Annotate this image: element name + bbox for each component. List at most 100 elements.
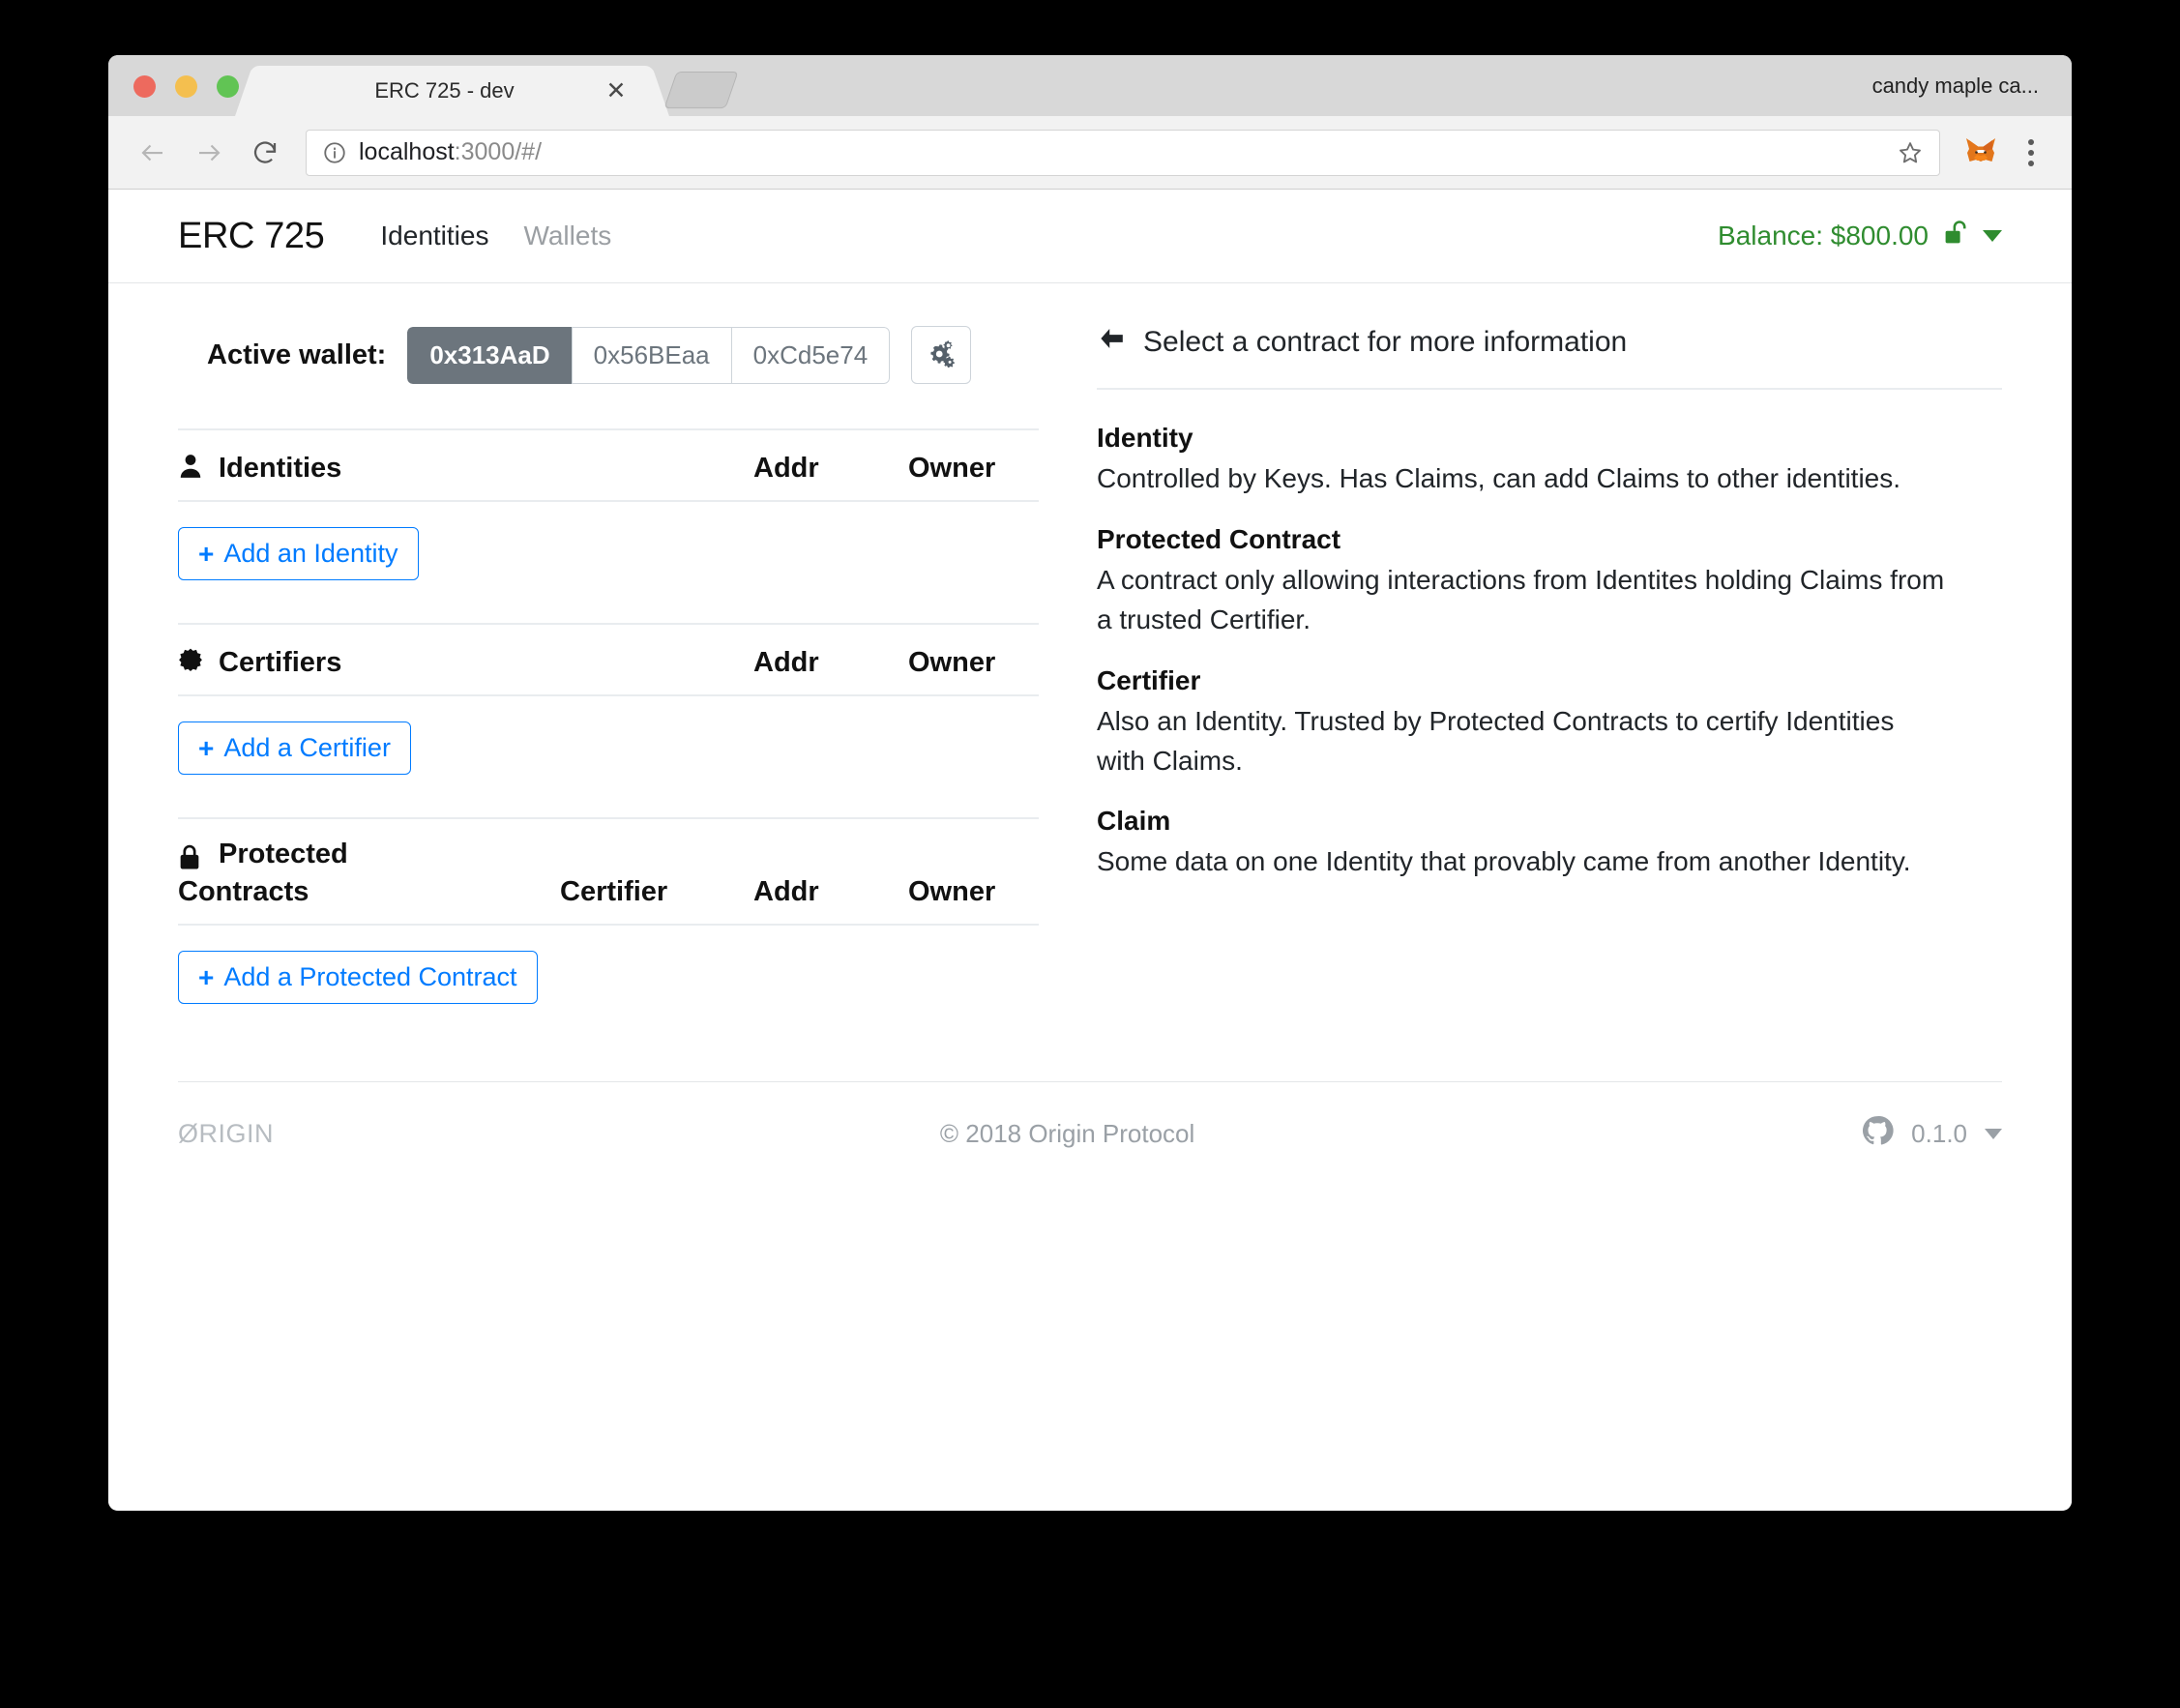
- info-icon[interactable]: [322, 140, 347, 165]
- minimize-window-button[interactable]: [175, 75, 197, 98]
- section-header-certifiers: Certifiers Addr Owner: [178, 625, 1039, 694]
- column-header-certifier: Certifier: [560, 876, 668, 907]
- three-dot-menu-icon[interactable]: [2014, 138, 2048, 166]
- column-header-owner: Owner: [908, 647, 996, 678]
- balance-indicator[interactable]: Balance: $800.00: [1718, 219, 2002, 254]
- section-title-line2: Contracts: [178, 876, 309, 907]
- browser-toolbar: localhost:3000/#/: [108, 116, 2072, 190]
- wallet-option-1[interactable]: 0x56BEaa: [571, 326, 731, 384]
- url-text: localhost:3000/#/: [359, 138, 543, 165]
- column-header-addr: Addr: [753, 453, 819, 484]
- close-window-button[interactable]: [133, 75, 156, 98]
- plus-icon: +: [198, 538, 215, 569]
- new-tab-button[interactable]: [663, 72, 739, 108]
- add-protected-contract-label: Add a Protected Contract: [223, 962, 517, 991]
- section-body-protected-contracts: + Add a Protected Contract: [178, 926, 1039, 1037]
- maximize-window-button[interactable]: [217, 75, 239, 98]
- browser-tab-strip: ERC 725 - dev ✕ candy maple ca...: [108, 55, 2072, 116]
- section-title-line1: Protected: [219, 839, 348, 869]
- section-title: Identities: [219, 453, 342, 484]
- section-identities: Identities Addr Owner + Add an Identity: [178, 428, 1039, 613]
- section-header-identities: Identities Addr Owner: [178, 430, 1039, 500]
- star-icon[interactable]: [1897, 139, 1924, 166]
- active-wallet-label: Active wallet:: [207, 339, 387, 370]
- address-bar[interactable]: localhost:3000/#/: [306, 129, 1940, 176]
- definition-list: Identity Controlled by Keys. Has Claims,…: [1097, 423, 2002, 882]
- app-brand[interactable]: ERC 725: [178, 216, 325, 257]
- detail-panel-title: Select a contract for more information: [1143, 326, 1628, 358]
- add-identity-button[interactable]: + Add an Identity: [178, 527, 419, 580]
- section-certifiers: Certifiers Addr Owner + Add a Certifier: [178, 623, 1039, 808]
- back-arrow-icon[interactable]: [1097, 326, 1126, 359]
- definition-item: Protected Contract A contract only allow…: [1097, 524, 2002, 640]
- chevron-down-icon[interactable]: [1983, 230, 2002, 242]
- section-body-certifiers: + Add a Certifier: [178, 696, 1039, 808]
- main-nav: Identities Wallets: [380, 221, 611, 251]
- browser-profile-name[interactable]: candy maple ca...: [1872, 55, 2039, 116]
- add-certifier-button[interactable]: + Add a Certifier: [178, 721, 411, 775]
- footer-version-group[interactable]: 0.1.0: [1861, 1114, 2002, 1154]
- person-icon: [178, 453, 211, 480]
- tab-title: ERC 725 - dev: [374, 78, 515, 103]
- unlock-icon: [1942, 219, 1969, 254]
- definition-term: Certifier: [1097, 664, 1201, 695]
- definition-item: Certifier Also an Identity. Trusted by P…: [1097, 665, 2002, 781]
- nav-link-identities[interactable]: Identities: [380, 221, 488, 251]
- origin-logo: ØRIGIN: [178, 1119, 275, 1148]
- wallet-settings-button[interactable]: [911, 326, 972, 384]
- web-page-content: ERC 725 Identities Wallets Balance: $800…: [108, 190, 2072, 1510]
- definition-description: A contract only allowing interactions fr…: [1097, 564, 1945, 634]
- column-headers: Certifier Addr Owner: [560, 876, 1039, 908]
- forward-arrow-icon[interactable]: [188, 132, 230, 174]
- definition-description: Also an Identity. Trusted by Protected C…: [1097, 705, 1895, 776]
- app-footer: ØRIGIN © 2018 Origin Protocol 0.1.0: [178, 1081, 2002, 1186]
- app-body: Active wallet: 0x313AaD 0x56BEaa 0xCd5e7…: [108, 283, 2072, 1046]
- nav-link-wallets[interactable]: Wallets: [523, 221, 611, 251]
- section-protected-contracts: Protected Contracts Certifier Addr Owner: [178, 817, 1039, 1037]
- plus-icon: +: [198, 961, 215, 992]
- chevron-down-icon[interactable]: [1985, 1129, 2002, 1139]
- active-wallet-selector: Active wallet: 0x313AaD 0x56BEaa 0xCd5e7…: [178, 326, 1039, 384]
- definition-term: Protected Contract: [1097, 523, 1341, 554]
- add-identity-label: Add an Identity: [223, 539, 398, 568]
- definition-term: Identity: [1097, 423, 1193, 453]
- wallet-button-group: 0x313AaD 0x56BEaa 0xCd5e74: [407, 326, 891, 384]
- column-headers: Addr Owner: [753, 453, 1039, 485]
- section-title: Certifiers: [219, 647, 342, 678]
- github-icon[interactable]: [1861, 1114, 1894, 1154]
- copyright-text: © 2018 Origin Protocol: [939, 1119, 1195, 1148]
- detail-panel: Select a contract for more information I…: [1097, 326, 2002, 1046]
- section-body-identities: + Add an Identity: [178, 502, 1039, 613]
- window-traffic-lights: [133, 75, 239, 98]
- column-header-addr: Addr: [753, 647, 819, 678]
- cogs-icon: [926, 339, 957, 372]
- add-certifier-label: Add a Certifier: [223, 733, 391, 762]
- definition-item: Identity Controlled by Keys. Has Claims,…: [1097, 423, 2002, 499]
- version-label: 0.1.0: [1911, 1119, 1967, 1148]
- column-header-owner: Owner: [908, 453, 996, 484]
- plus-icon: +: [198, 732, 215, 763]
- definition-description: Some data on one Identity that provably …: [1097, 846, 1911, 877]
- add-protected-contract-button[interactable]: + Add a Protected Contract: [178, 951, 538, 1004]
- close-icon[interactable]: ✕: [600, 74, 633, 107]
- metamask-fox-icon[interactable]: [1961, 133, 2000, 172]
- browser-tab-active[interactable]: ERC 725 - dev ✕: [256, 66, 648, 116]
- lock-icon: [178, 844, 211, 870]
- column-header-addr: Addr: [753, 876, 819, 907]
- section-header-protected-contracts: Protected Contracts Certifier Addr Owner: [178, 819, 1039, 924]
- browser-window: ERC 725 - dev ✕ candy maple ca... localh…: [108, 55, 2072, 1511]
- back-arrow-icon[interactable]: [132, 132, 174, 174]
- definition-description: Controlled by Keys. Has Claims, can add …: [1097, 463, 1901, 493]
- definition-term: Claim: [1097, 806, 1171, 837]
- definition-item: Claim Some data on one Identity that pro…: [1097, 806, 2002, 882]
- wallet-option-0[interactable]: 0x313AaD: [407, 326, 572, 384]
- column-headers: Addr Owner: [753, 647, 1039, 679]
- certificate-icon: [178, 647, 211, 674]
- detail-panel-header[interactable]: Select a contract for more information: [1097, 326, 2002, 390]
- column-header-owner: Owner: [908, 876, 996, 907]
- wallet-option-2[interactable]: 0xCd5e74: [730, 326, 891, 384]
- contracts-column: Active wallet: 0x313AaD 0x56BEaa 0xCd5e7…: [178, 326, 1039, 1046]
- app-navbar: ERC 725 Identities Wallets Balance: $800…: [108, 190, 2072, 283]
- reload-icon[interactable]: [244, 132, 286, 174]
- balance-text: Balance: $800.00: [1718, 221, 1929, 250]
